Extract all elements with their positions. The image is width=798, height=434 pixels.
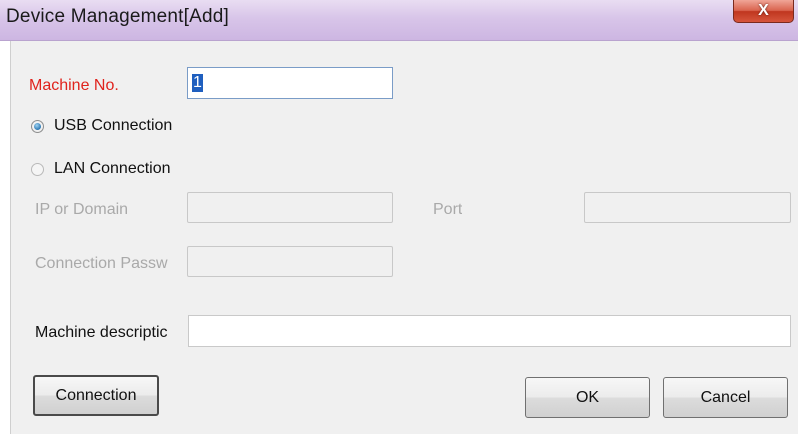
connection-button[interactable]: Connection (33, 375, 159, 416)
lan-connection-radio[interactable]: LAN Connection (31, 160, 171, 178)
usb-connection-label: USB Connection (54, 117, 173, 134)
usb-connection-radio[interactable]: USB Connection (31, 117, 172, 135)
lan-radio-indicator[interactable] (31, 162, 44, 176)
window-title: Device Management[Add] (6, 6, 230, 27)
ok-button[interactable]: OK (525, 377, 650, 418)
cancel-button[interactable]: Cancel (663, 377, 788, 418)
connection-password-label: Connection Passw (35, 255, 168, 272)
device-management-dialog: Device Management[Add] X Machine No. 1 U… (0, 0, 798, 434)
ip-domain-label: IP or Domain (35, 201, 129, 218)
port-label: Port (433, 201, 463, 218)
close-button[interactable]: X (733, 0, 794, 23)
lan-connection-label: LAN Connection (54, 160, 171, 177)
cancel-button-label: Cancel (700, 388, 751, 406)
connection-password-input[interactable] (187, 246, 393, 277)
port-input[interactable] (584, 192, 791, 223)
usb-radio-indicator[interactable] (31, 119, 44, 133)
machine-description-input[interactable] (188, 315, 791, 347)
machine-no-input[interactable]: 1 (187, 67, 393, 99)
connection-button-label: Connection (55, 386, 137, 404)
machine-description-label: Machine descriptic (35, 324, 168, 341)
title-bar[interactable]: Device Management[Add] (0, 0, 798, 41)
close-icon: X (758, 2, 769, 19)
ip-domain-input[interactable] (187, 192, 393, 223)
machine-no-label: Machine No. (29, 77, 119, 94)
dialog-body: Machine No. 1 USB Connection LAN Connect… (10, 41, 798, 434)
machine-no-value: 1 (192, 74, 203, 92)
ok-button-label: OK (575, 388, 600, 406)
